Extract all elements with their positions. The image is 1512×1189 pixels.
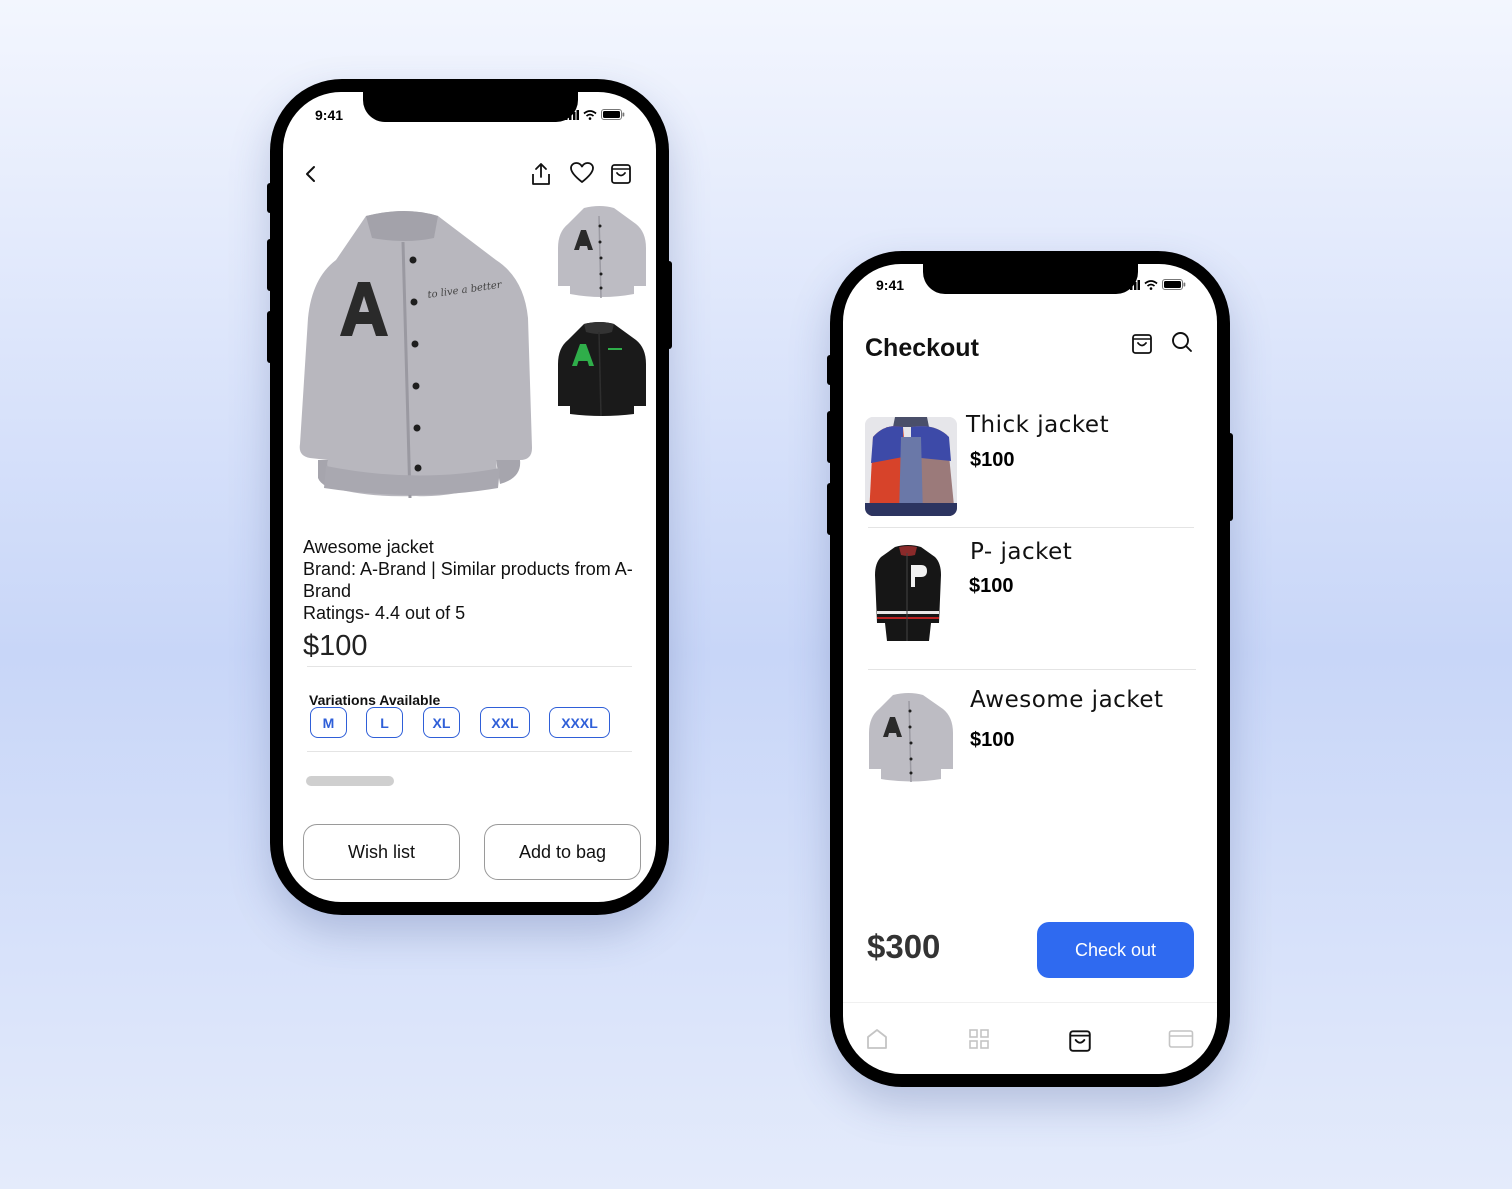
bag-icon [1069, 1030, 1091, 1052]
search-button[interactable] [1170, 330, 1194, 354]
power-button [664, 261, 672, 349]
wifi-icon [583, 109, 597, 120]
thick-jacket-image [865, 417, 957, 516]
page-title: Checkout [865, 334, 979, 362]
volume-down-button [827, 483, 835, 535]
size-chip-l[interactable]: L [366, 707, 403, 738]
size-chip-xxl[interactable]: XXL [480, 707, 530, 738]
size-chip-m[interactable]: M [310, 707, 347, 738]
bag-icon [611, 164, 631, 184]
battery-icon [1162, 279, 1186, 290]
share-icon [532, 163, 550, 185]
grid-icon [969, 1029, 989, 1049]
scroll-indicator[interactable] [306, 776, 394, 786]
product-screen: 9:41 to live a better Awesome jacket Bra… [283, 92, 656, 902]
checkout-phone: 9:41 Checkout Thick jacket $100 P- jacke… [827, 251, 1233, 1087]
home-icon [867, 1029, 887, 1049]
wifi-icon [1144, 279, 1158, 290]
search-icon [1172, 332, 1192, 352]
share-button[interactable] [528, 160, 554, 188]
jacket-thumbnail-black [558, 322, 646, 417]
mute-switch [827, 355, 835, 385]
awesome-jacket-image [869, 693, 953, 783]
chevron-left-icon [306, 166, 315, 182]
cart-item-price: $100 [970, 729, 1015, 751]
product-details: Awesome jacket Brand: A-Brand | Similar … [303, 536, 653, 624]
size-chip-xxxl[interactable]: XXXL [549, 707, 610, 738]
bag-button[interactable] [1130, 330, 1154, 356]
status-time: 9:41 [876, 277, 905, 293]
bottom-tab-bar [843, 1002, 1217, 1074]
tab-home[interactable] [865, 1027, 891, 1053]
notch [363, 92, 578, 122]
signal-icon [565, 109, 579, 120]
size-chip-xl[interactable]: XL [423, 707, 460, 738]
cart-item-name: Thick jacket [966, 412, 1110, 438]
add-to-bag-button[interactable]: Add to bag [484, 824, 641, 880]
product-name: Awesome jacket [303, 537, 434, 557]
signal-icon [1126, 279, 1140, 290]
card-icon [1168, 1030, 1194, 1048]
cart-item-image-awesome-jacket[interactable] [865, 689, 955, 784]
notch [923, 264, 1138, 294]
item-divider [868, 669, 1196, 670]
product-phone: 9:41 to live a better Awesome jacket Bra… [267, 79, 672, 915]
tab-categories[interactable] [967, 1027, 993, 1053]
status-time: 9:41 [315, 107, 344, 123]
heart-icon [570, 162, 594, 183]
bag-icon [1132, 334, 1152, 354]
wishlist-button[interactable]: Wish list [303, 824, 460, 880]
power-button [1225, 433, 1233, 521]
item-divider [868, 527, 1194, 528]
status-icons [1126, 279, 1186, 290]
p-jacket-image [875, 545, 941, 641]
product-thumbnail-grey[interactable] [554, 202, 648, 300]
product-brand-line[interactable]: Brand: A-Brand | Similar products from A… [303, 558, 653, 602]
battery-icon [601, 109, 625, 120]
product-main-image[interactable]: to live a better [296, 198, 542, 499]
cart-total: $300 [867, 928, 941, 965]
mute-switch [267, 183, 275, 213]
jacket-image: to live a better [296, 198, 542, 499]
checkout-screen: 9:41 Checkout Thick jacket $100 P- jacke… [843, 264, 1217, 1074]
volume-up-button [827, 411, 835, 463]
cart-item-price: $100 [969, 575, 1014, 597]
bag-button[interactable] [609, 160, 633, 186]
cart-item-name: Awesome jacket [970, 687, 1164, 713]
tab-payment[interactable] [1168, 1027, 1194, 1053]
cart-item-name: P- jacket [970, 539, 1073, 565]
variations-title: Variations Available [309, 692, 441, 708]
volume-up-button [267, 239, 275, 291]
cart-item-image-p-jacket[interactable] [873, 543, 943, 641]
tab-bag[interactable] [1068, 1027, 1094, 1053]
product-price: $100 [303, 630, 368, 662]
product-thumbnail-black[interactable] [554, 318, 648, 418]
status-icons [565, 109, 625, 120]
volume-down-button [267, 311, 275, 363]
wishlist-icon-button[interactable] [568, 160, 596, 186]
jacket-thumbnail-grey [558, 206, 646, 299]
product-ratings: Ratings- 4.4 out of 5 [303, 603, 466, 623]
checkout-button[interactable]: Check out [1037, 922, 1194, 978]
back-button[interactable] [299, 162, 323, 186]
cart-item-price: $100 [970, 449, 1015, 471]
divider-top [307, 666, 632, 667]
divider-bottom [307, 751, 632, 752]
cart-item-image-thick-jacket[interactable] [865, 417, 957, 516]
